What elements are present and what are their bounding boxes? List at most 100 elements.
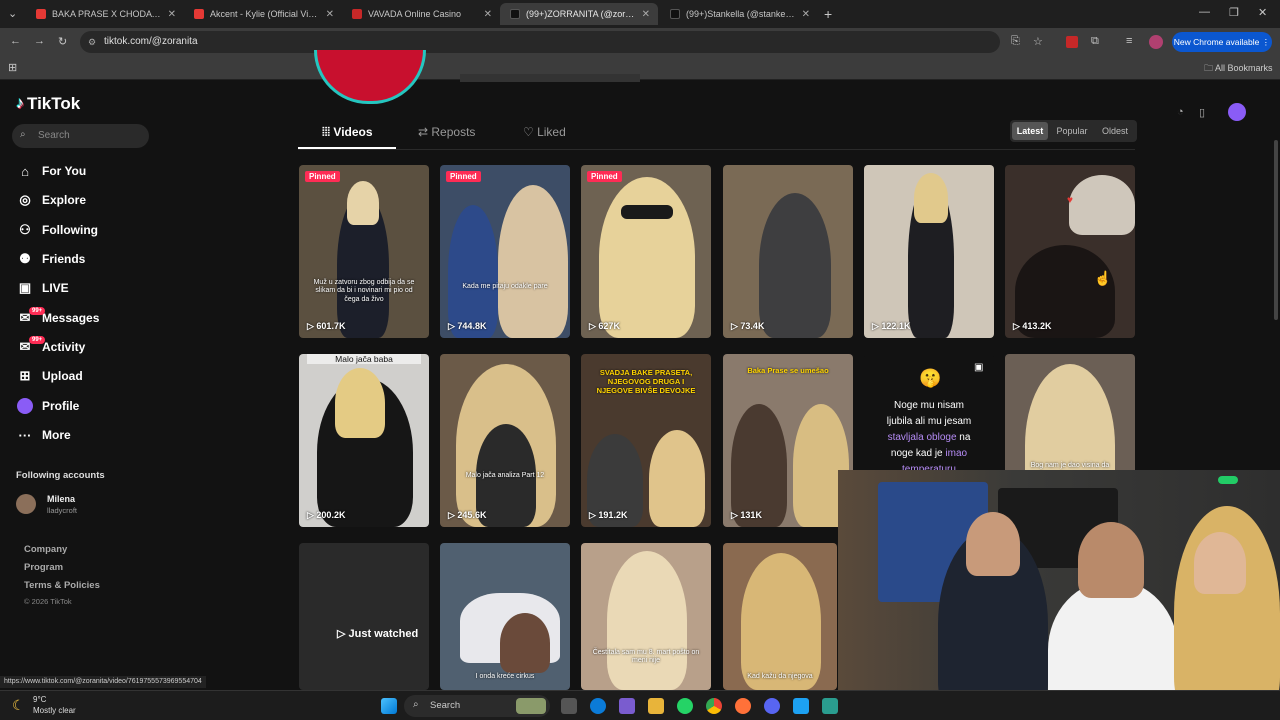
- nav-label: Upload: [42, 369, 83, 383]
- thumbnail-figure: [741, 553, 821, 690]
- sort-oldest[interactable]: Oldest: [1096, 122, 1134, 140]
- extension-icon[interactable]: [1066, 36, 1078, 48]
- tab-stankella[interactable]: (99+)Stankella (@stankella) | Ti ✕: [660, 3, 818, 25]
- app-icon[interactable]: [793, 698, 809, 714]
- extensions-puzzle-icon[interactable]: ⧉: [1091, 35, 1099, 48]
- apps-grid-icon[interactable]: ⊞: [8, 61, 17, 74]
- video-tile[interactable]: Baka Prase se umešao ▷ 131K: [723, 354, 853, 527]
- profile-avatar-icon[interactable]: [1149, 35, 1163, 49]
- video-caption: Kada me pitaju odakle pare: [462, 283, 548, 290]
- tab-videos-label: Videos: [333, 125, 373, 139]
- minimize-icon[interactable]: —: [1199, 6, 1210, 18]
- video-tile[interactable]: Čestitala sam mu 8. mart pošto on meni n…: [581, 543, 711, 690]
- nav-profile[interactable]: Profile: [16, 394, 79, 418]
- reload-icon[interactable]: ↻: [58, 35, 67, 48]
- nav-more[interactable]: ··· More: [16, 423, 71, 447]
- bookmark-star-icon[interactable]: ☆: [1033, 35, 1043, 48]
- sort-latest[interactable]: Latest: [1012, 122, 1048, 140]
- video-tile[interactable]: Malo jača baba ▷ 200.2K: [299, 354, 429, 527]
- file-explorer-icon[interactable]: [648, 698, 664, 714]
- windows-taskbar: ☾ 9°C Mostly clear ⌕ Search: [0, 690, 1280, 720]
- video-tile[interactable]: ▷ 122.1K: [864, 165, 994, 338]
- close-icon[interactable]: ✕: [642, 9, 650, 20]
- all-bookmarks-button[interactable]: 🗀 All Bookmarks: [1204, 61, 1273, 77]
- windows-start-icon[interactable]: [381, 698, 397, 714]
- tab-liked[interactable]: ♡ Liked: [523, 125, 566, 139]
- page-scrollbar[interactable]: [1274, 140, 1278, 320]
- nav-live[interactable]: ▣ LIVE: [16, 276, 69, 300]
- chrome-icon[interactable]: [706, 698, 722, 714]
- thumbnail-figure: [731, 404, 787, 527]
- video-tile-just-watched[interactable]: ▷ Just watched: [299, 543, 429, 690]
- video-tile[interactable]: Pinned ▷ 627K: [581, 165, 711, 338]
- tiktok-logo[interactable]: ♪ TikTok: [16, 94, 80, 114]
- video-tile[interactable]: ▷ 73.4K: [723, 165, 853, 338]
- task-view-icon[interactable]: [561, 698, 577, 714]
- nav-activity[interactable]: ✉ 99+ Activity: [16, 335, 85, 359]
- taskbar-search[interactable]: ⌕ Search: [404, 695, 550, 717]
- search-input[interactable]: ⌕ Search: [12, 124, 149, 148]
- new-chrome-button[interactable]: New Chrome available ⋮: [1172, 32, 1272, 52]
- maximize-icon[interactable]: ❐: [1229, 6, 1239, 19]
- weather-temp[interactable]: 9°C: [33, 695, 46, 704]
- video-tile[interactable]: SVADJA BAKE PRASETA, NJEGOVOG DRUGA I NJ…: [581, 354, 711, 527]
- nav-following[interactable]: ⚇ Following: [16, 218, 98, 242]
- photo-mode-icon: ▣: [974, 362, 984, 373]
- account-milena[interactable]: Milena lladycroft: [16, 492, 216, 518]
- tab-search-icon[interactable]: ⌄: [8, 7, 17, 20]
- view-count: ▷ 627K: [589, 321, 620, 332]
- device-icon[interactable]: ▯: [1199, 106, 1205, 119]
- close-window-icon[interactable]: ✕: [1258, 6, 1267, 19]
- firefox-icon[interactable]: [735, 698, 751, 714]
- address-bar[interactable]: ⚙ tiktok.com/@zoranita: [80, 31, 1000, 53]
- close-icon[interactable]: ✕: [484, 9, 492, 20]
- edge-icon[interactable]: [590, 698, 606, 714]
- tab-zoranita[interactable]: (99+)ZORRANITA (@zoranita) | ✕: [500, 3, 658, 25]
- back-icon[interactable]: ←: [10, 35, 21, 47]
- close-icon[interactable]: ✕: [802, 9, 810, 20]
- site-info-icon[interactable]: ⚙: [88, 31, 96, 53]
- video-tile[interactable]: I onda kreće cirkus: [440, 543, 570, 690]
- tab-videos[interactable]: ⦙⦙⦙ Videos: [322, 125, 373, 140]
- close-icon[interactable]: ✕: [168, 9, 176, 20]
- forward-icon[interactable]: →: [34, 35, 45, 47]
- video-tile[interactable]: ♥ ▷ 413.2K: [1005, 165, 1135, 338]
- tab-vavada[interactable]: VAVADA Online Casino ✕: [342, 3, 500, 25]
- user-avatar[interactable]: [1228, 103, 1246, 121]
- close-icon[interactable]: ✕: [326, 9, 334, 20]
- app-icon[interactable]: [822, 698, 838, 714]
- copilot-icon[interactable]: [619, 698, 635, 714]
- weather-desc[interactable]: Mostly clear: [33, 706, 76, 715]
- nav-for-you[interactable]: ⌂ For You: [16, 159, 86, 183]
- video-tile[interactable]: Malo jača analiza Part 12 ▷ 245.6K: [440, 354, 570, 527]
- reading-list-icon[interactable]: ≡: [1126, 35, 1132, 47]
- new-tab-icon[interactable]: +: [824, 6, 832, 22]
- thumbnail-figure: [914, 173, 948, 223]
- upload-icon: ⊞: [19, 368, 31, 383]
- view-count-text: 131K: [740, 510, 762, 520]
- tab-reposts[interactable]: ⇄ Reposts: [418, 125, 475, 139]
- tab-baka-prase[interactable]: BAKA PRASE X CHODA - BETM ✕: [26, 3, 184, 25]
- nav-label: LIVE: [42, 281, 69, 295]
- thumbnail-figure: [759, 193, 831, 338]
- nav-messages[interactable]: ✉ 99+ Messages: [16, 306, 99, 330]
- footer-terms[interactable]: Terms & Policies: [24, 580, 100, 591]
- install-icon[interactable]: ⎘: [1011, 35, 1020, 48]
- discord-icon[interactable]: [764, 698, 780, 714]
- footer-program[interactable]: Program: [24, 562, 63, 573]
- video-tile[interactable]: Kad kažu da njegova: [723, 543, 837, 690]
- video-tile[interactable]: Pinned Muž u zatvoru zbog odbija da se s…: [299, 165, 429, 338]
- play-icon: ▷: [307, 321, 317, 331]
- video-tile[interactable]: Pinned Kada me pitaju odakle pare ▷ 744.…: [440, 165, 570, 338]
- tab-title: BAKA PRASE X CHODA - BETM: [52, 9, 162, 19]
- whatsapp-icon[interactable]: [677, 698, 693, 714]
- tab-akcent[interactable]: Akcent - Kylie (Official Video) - ✕: [184, 3, 342, 25]
- emoji-icon: 🤫: [919, 368, 942, 388]
- sort-popular[interactable]: Popular: [1053, 122, 1091, 140]
- thumbnail-figure: [498, 185, 568, 338]
- nav-explore[interactable]: ◎ Explore: [16, 188, 86, 212]
- coin-icon[interactable]: ◔: [1177, 106, 1184, 118]
- footer-company[interactable]: Company: [24, 544, 67, 555]
- nav-friends[interactable]: ⚉ Friends: [16, 247, 85, 271]
- nav-upload[interactable]: ⊞ Upload: [16, 364, 83, 388]
